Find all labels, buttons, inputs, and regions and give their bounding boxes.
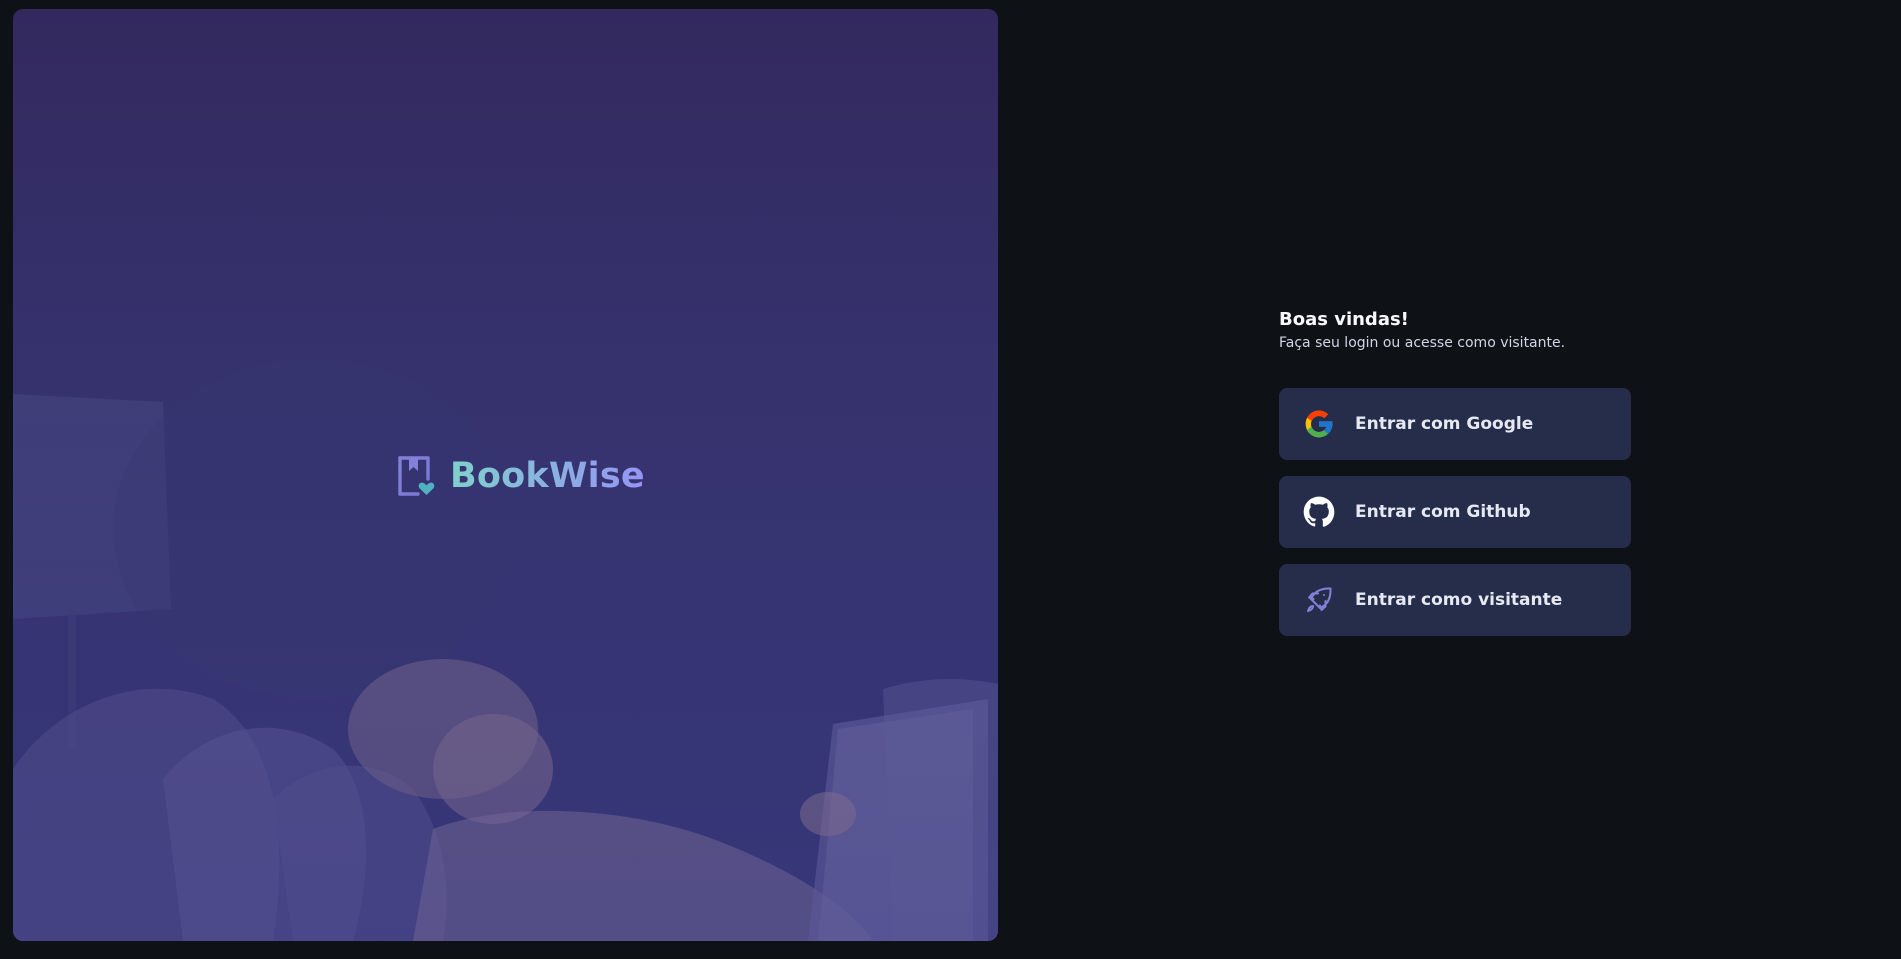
rocket-icon: [1303, 584, 1335, 616]
google-login-button[interactable]: Entrar com Google: [1279, 388, 1631, 460]
google-login-label: Entrar com Google: [1355, 414, 1534, 434]
brand-name: BookWise: [450, 455, 645, 496]
login-options: Entrar com Google Entrar com Github Entr…: [1279, 388, 1631, 636]
welcome-subtitle: Faça seu login ou acesse como visitante.: [1279, 335, 1566, 351]
github-login-label: Entrar com Github: [1355, 502, 1531, 522]
login-panel: Boas vindas! Faça seu login ou acesse co…: [1279, 307, 1631, 636]
github-login-button[interactable]: Entrar com Github: [1279, 476, 1631, 548]
book-heart-icon: [398, 456, 435, 496]
welcome-title: Boas vindas!: [1279, 309, 1409, 330]
login-page: BookWise Boas vindas! Faça seu login ou …: [0, 0, 1901, 959]
google-icon: [1303, 408, 1335, 440]
guest-login-label: Entrar como visitante: [1355, 590, 1563, 610]
guest-login-button[interactable]: Entrar como visitante: [1279, 564, 1631, 636]
hero-image-panel: BookWise: [13, 9, 998, 941]
github-icon: [1303, 496, 1335, 528]
brand-logo: BookWise: [396, 455, 645, 497]
